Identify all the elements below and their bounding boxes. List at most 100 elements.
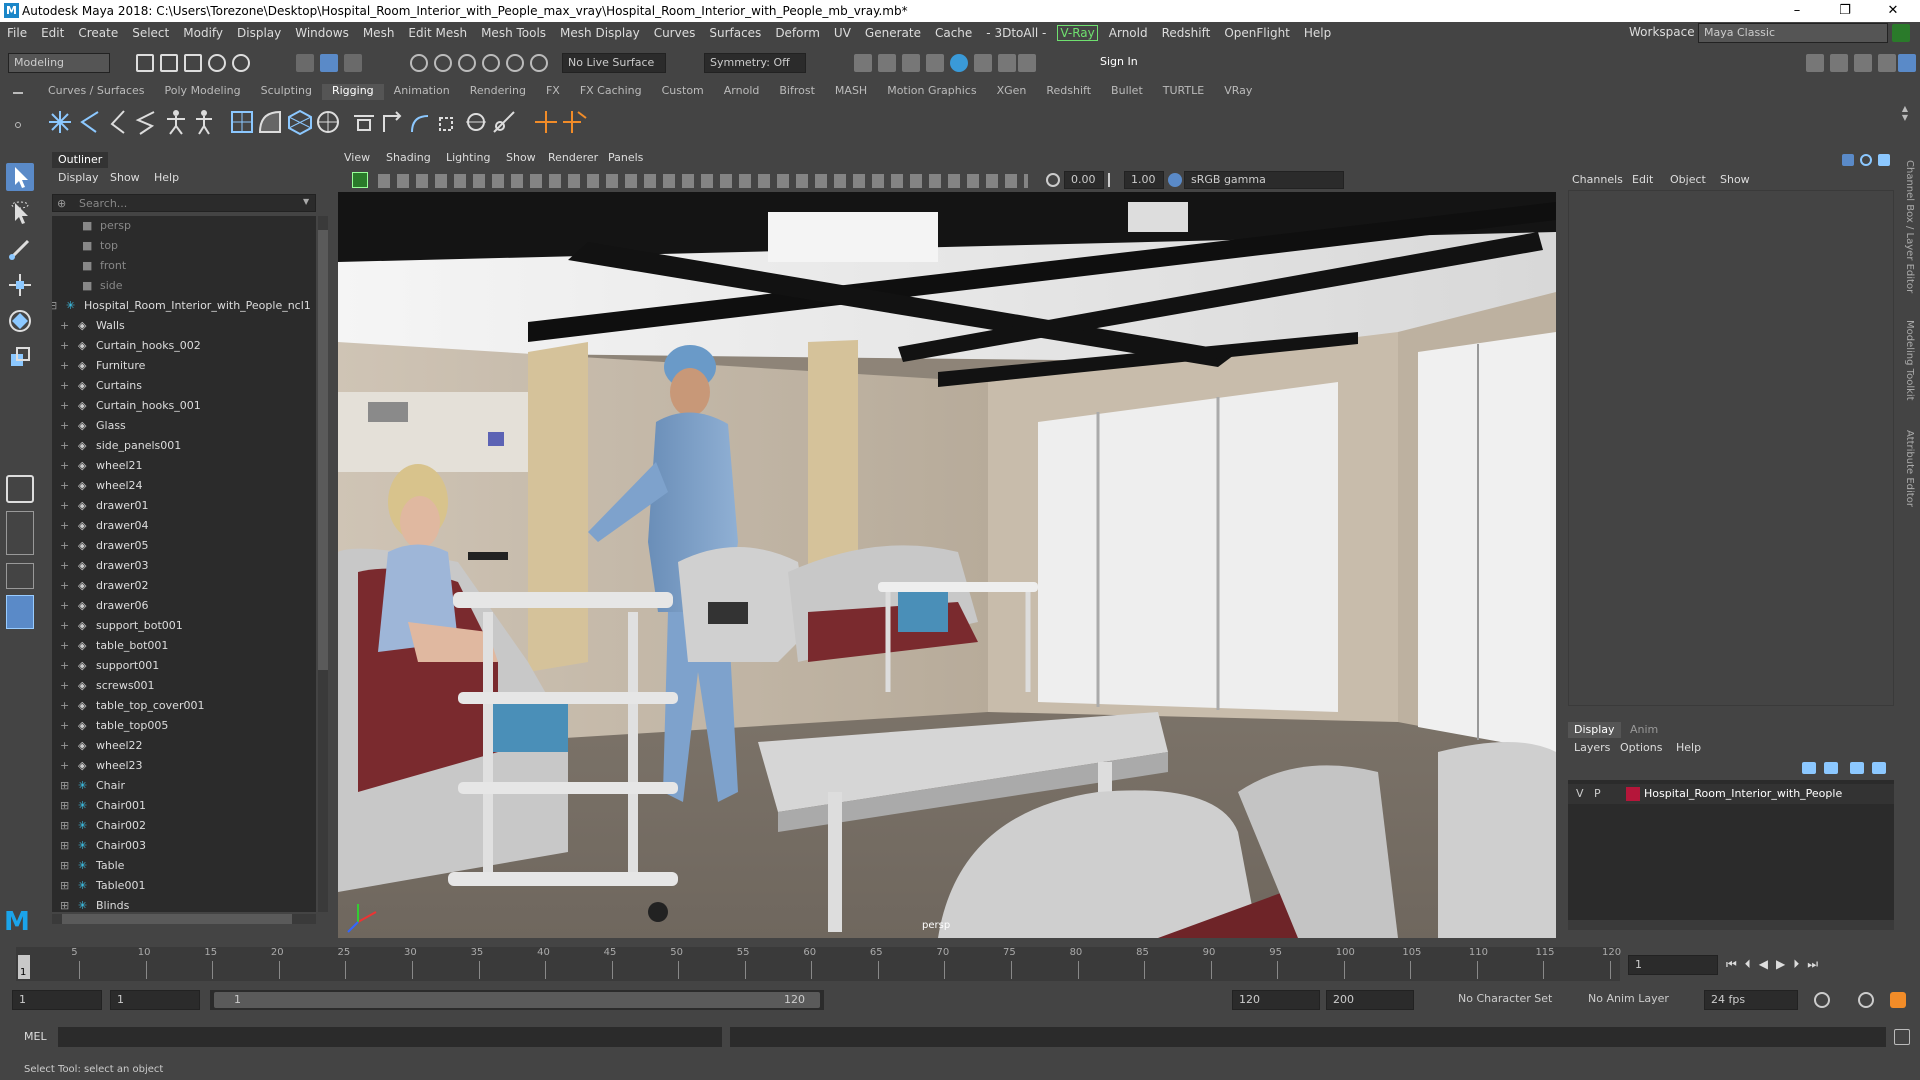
fps-dropdown[interactable]: 24 fps (1704, 990, 1798, 1010)
joint-tool-icon[interactable] (46, 108, 74, 136)
expand-icon[interactable]: + (60, 596, 69, 616)
outliner-menu-display[interactable]: Display (52, 170, 105, 186)
vp-menu-shading[interactable]: Shading (380, 150, 437, 166)
anim-layer-dropdown[interactable]: No Anim Layer (1582, 990, 1678, 1010)
paint-select-icon[interactable] (6, 235, 34, 263)
outliner-item-group[interactable]: ⊞ ✳ Table001 (52, 876, 316, 896)
snap-view-icon[interactable] (482, 54, 500, 72)
shelf-tab-motion-graphics[interactable]: Motion Graphics (877, 84, 986, 100)
select-tool-icon[interactable] (6, 163, 34, 191)
shelf-tab-rigging[interactable]: Rigging (321, 84, 384, 100)
snap-rotate-icon[interactable] (530, 54, 548, 72)
locator-icon[interactable] (532, 108, 560, 136)
cb-icon-2[interactable] (1860, 154, 1872, 166)
expand-icon[interactable]: + (60, 616, 69, 636)
outliner-vscroll[interactable] (318, 216, 328, 912)
vp-menu-view[interactable]: View (338, 150, 376, 166)
cb-menu-edit[interactable]: Edit (1626, 172, 1659, 188)
gamma-icon[interactable] (1108, 173, 1120, 187)
symmetry-dropdown[interactable]: Symmetry: Off (704, 53, 806, 73)
smooth-bind-icon[interactable] (256, 108, 284, 136)
modeling-toolkit-icon[interactable] (1806, 54, 1824, 72)
outliner-item-mesh[interactable]: + ◈ Curtain_hooks_002 (52, 336, 316, 356)
outliner-menu-help[interactable]: Help (148, 170, 185, 186)
shelf-tab-redshift[interactable]: Redshift (1036, 84, 1101, 100)
menu-windows[interactable]: Windows (288, 26, 356, 40)
color-space-dropdown[interactable]: sRGB gamma (1184, 171, 1344, 189)
shelf-tab-animation[interactable]: Animation (384, 84, 460, 100)
expand-icon[interactable]: ⊞ (60, 776, 69, 796)
menu-surfaces[interactable]: Surfaces (702, 26, 768, 40)
outliner-item-mesh[interactable]: + ◈ drawer03 (52, 556, 316, 576)
shelf-tab-fx[interactable]: FX (536, 84, 570, 100)
select-by-object-icon[interactable] (320, 54, 338, 72)
render-view-icon[interactable] (974, 54, 992, 72)
mode-dropdown[interactable]: Modeling (8, 53, 110, 73)
shelf-tab-xgen[interactable]: XGen (987, 84, 1037, 100)
menu-3dtoall[interactable]: - 3DtoAll - (979, 26, 1053, 40)
outliner-item-mesh[interactable]: + ◈ wheel23 (52, 756, 316, 776)
shelf-menu-icon[interactable] (8, 86, 28, 136)
layer-tab-display[interactable]: Display (1568, 722, 1621, 738)
mel-input[interactable] (58, 1027, 722, 1047)
vp-menu-panels[interactable]: Panels (602, 150, 649, 166)
lock-icon[interactable] (1892, 24, 1910, 42)
viewport-icon-strip[interactable] (378, 174, 1028, 188)
loop-icon[interactable] (1814, 992, 1830, 1008)
snap-grid-icon[interactable] (410, 54, 428, 72)
cb-icon-3[interactable] (1878, 154, 1890, 166)
bind-skin-icon[interactable] (228, 108, 256, 136)
script-editor-icon[interactable] (1894, 1029, 1910, 1045)
menu-generate[interactable]: Generate (858, 26, 928, 40)
exposure-field[interactable]: 0.00 (1064, 171, 1104, 189)
ik-handle-icon[interactable] (104, 108, 132, 136)
outliner-item-camera[interactable]: ■ front (52, 256, 316, 276)
outliner-item-mesh[interactable]: + ◈ drawer04 (52, 516, 316, 536)
outliner-menu-show[interactable]: Show (104, 170, 146, 186)
render-current-icon[interactable] (854, 54, 872, 72)
outliner-item-mesh[interactable]: + ◈ support_bot001 (52, 616, 316, 636)
menu-modify[interactable]: Modify (176, 26, 230, 40)
outliner-item-group[interactable]: ⊞ ✳ Chair003 (52, 836, 316, 856)
layer-menu-layers[interactable]: Layers (1568, 740, 1616, 756)
pause-icon[interactable] (1018, 54, 1036, 72)
vp-menu-lighting[interactable]: Lighting (440, 150, 496, 166)
constraint-orient-icon[interactable] (406, 108, 434, 136)
constraint-aim-icon[interactable] (490, 108, 518, 136)
expand-icon[interactable]: + (60, 576, 69, 596)
outliner-item-mesh[interactable]: + ◈ side_panels001 (52, 436, 316, 456)
layer-visibility-toggle[interactable]: V (1576, 787, 1584, 800)
cb-menu-object[interactable]: Object (1664, 172, 1712, 188)
playback-start-field[interactable]: 1 (110, 990, 200, 1010)
shelf-tab-custom[interactable]: Custom (652, 84, 714, 100)
exposure-icon[interactable] (1046, 173, 1060, 187)
outliner-item-mesh[interactable]: + ◈ support001 (52, 656, 316, 676)
current-frame-field[interactable]: 1 (1628, 955, 1718, 975)
constraint-scale-icon[interactable] (434, 108, 462, 136)
menu-mesh-display[interactable]: Mesh Display (553, 26, 647, 40)
menu-redshift[interactable]: Redshift (1155, 26, 1218, 40)
expand-icon[interactable]: ⊞ (60, 856, 69, 876)
quick-rig-icon[interactable] (190, 108, 218, 136)
outliner-search-input[interactable]: Search... (79, 197, 127, 210)
outliner-item-mesh[interactable]: + ◈ Curtains (52, 376, 316, 396)
undo-icon[interactable] (208, 54, 226, 72)
outliner-item-mesh[interactable]: + ◈ screws001 (52, 676, 316, 696)
outliner-item-group[interactable]: ⊞ ✳ Table (52, 856, 316, 876)
outliner-item-mesh[interactable]: + ◈ Walls (52, 316, 316, 336)
maximize-button[interactable]: ❐ (1822, 0, 1868, 22)
close-button[interactable]: ✕ (1870, 0, 1916, 22)
outliner-item-mesh[interactable]: + ◈ table_bot001 (52, 636, 316, 656)
cb-icon-1[interactable] (1842, 154, 1854, 166)
shelf-tab-poly[interactable]: Poly Modeling (155, 84, 251, 100)
snap-point-icon[interactable] (458, 54, 476, 72)
cb-menu-channels[interactable]: Channels (1566, 172, 1629, 188)
select-by-component-icon[interactable] (344, 54, 362, 72)
select-camera-icon[interactable] (352, 172, 368, 188)
outliner-search-field[interactable]: ⊕ Search... ▼ (52, 194, 316, 212)
outliner-item-mesh[interactable]: + ◈ table_top_cover001 (52, 696, 316, 716)
render-sequence-icon[interactable] (878, 54, 896, 72)
time-slider-track[interactable]: 1 5 10 15 20 25 30 35 40 45 50 55 60 65 70 75 80 85 90 95 1… (16, 947, 1621, 981)
outliner-hscroll[interactable] (52, 914, 316, 924)
menu-openflight[interactable]: OpenFlight (1217, 26, 1297, 40)
